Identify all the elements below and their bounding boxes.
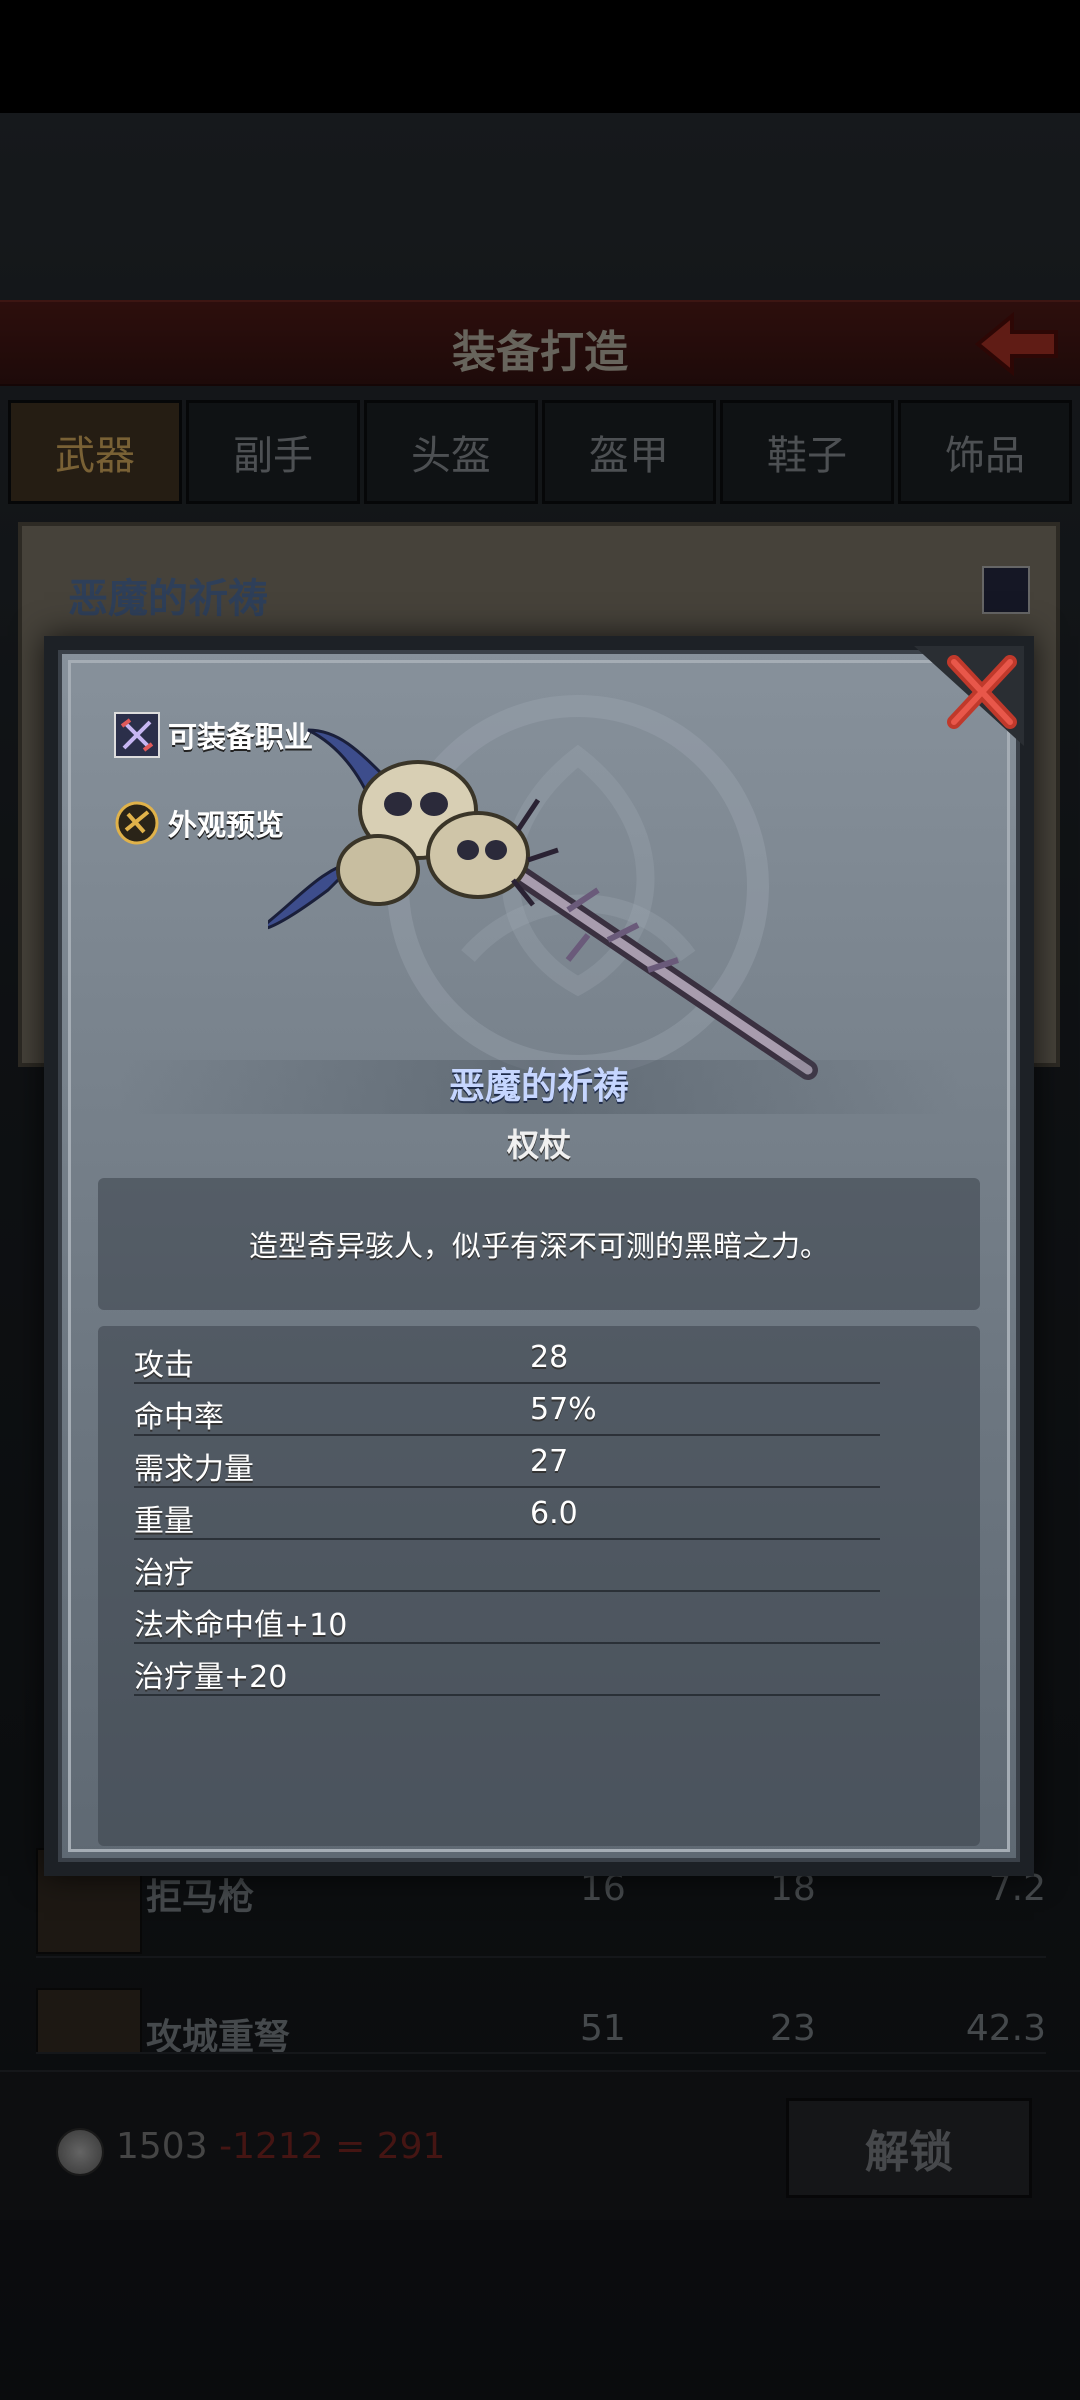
stat-row: 法术命中值+10 [134, 1592, 880, 1644]
stat-value: 51 [580, 2008, 626, 2049]
item-type: 权杖 [506, 1126, 571, 1164]
stat-value: 23 [770, 2008, 816, 2049]
preview-label: 外观预览 [168, 808, 285, 842]
weapon-thumbnail [36, 1988, 142, 2052]
description-box: 造型奇异骇人，似乎有深不可测的黑暗之力。 [98, 1178, 980, 1310]
class-icon [114, 712, 160, 758]
stat-label: 攻击 [134, 1348, 194, 1383]
list-item[interactable]: 攻城重弩 51 23 42.3 [36, 1988, 1046, 2054]
stat-label: 法术命中值+10 [134, 1608, 348, 1643]
stat-row: 攻击 28 [134, 1332, 880, 1384]
close-icon[interactable] [914, 646, 1024, 746]
stat-value: 57% [530, 1392, 597, 1427]
cost-expression: -1212 = 291 [219, 2126, 446, 2167]
page-title: 装备打造 [452, 327, 628, 378]
item-name: 攻城重弩 [146, 2017, 291, 2054]
stat-value: 28 [530, 1340, 569, 1375]
coin-icon [56, 2128, 104, 2176]
appearance-preview-button[interactable]: 外观预览 [114, 796, 284, 850]
stat-label: 重量 [134, 1504, 194, 1539]
item-description: 造型奇异骇人，似乎有深不可测的黑暗之力。 [248, 1229, 829, 1263]
item-name: 恶魔的祈祷 [118, 1060, 960, 1114]
stat-label: 命中率 [134, 1400, 224, 1435]
back-arrow-icon[interactable] [972, 310, 1062, 378]
stat-label: 治疗 [134, 1556, 194, 1591]
stat-row: 重量 6.0 [134, 1488, 880, 1540]
stat-row: 治疗量+20 [134, 1644, 880, 1696]
tab-boots[interactable]: 鞋子 [720, 400, 894, 504]
stat-label: 治疗量+20 [134, 1660, 288, 1695]
stat-value: 27 [530, 1444, 569, 1479]
category-tabs: 武器 副手 头盔 盔甲 鞋子 饰品 [8, 400, 1072, 504]
tab-accessory[interactable]: 饰品 [898, 400, 1072, 504]
stat-row: 治疗 [134, 1540, 880, 1592]
stat-row: 需求力量 27 [134, 1436, 880, 1488]
card-title: 恶魔的祈祷 [68, 576, 268, 622]
stat-row: 命中率 57% [134, 1384, 880, 1436]
stat-label: 需求力量 [134, 1452, 254, 1487]
tab-helmet[interactable]: 头盔 [364, 400, 538, 504]
tab-weapon[interactable]: 武器 [8, 400, 182, 504]
unlock-button[interactable]: 解锁 [786, 2098, 1032, 2198]
header-bar: 装备打造 [0, 300, 1080, 386]
tab-armor[interactable]: 盔甲 [542, 400, 716, 504]
tab-offhand[interactable]: 副手 [186, 400, 360, 504]
stat-value: 6.0 [530, 1496, 578, 1531]
currency-display: 1503 -1212 = 291 [116, 2126, 445, 2167]
class-icon [982, 566, 1030, 614]
stat-value: 42.3 [965, 2008, 1046, 2049]
item-detail-modal: 可装备职业 外观预览 恶魔的祈祷 权杖 造型奇异骇人，似乎有深不可测的黑暗之力。… [44, 636, 1034, 1876]
footer-bar: 1503 -1212 = 291 解锁 [0, 2070, 1080, 2220]
scepter-illustration [268, 728, 818, 1080]
stats-table: 攻击 28 命中率 57% 需求力量 27 重量 6.0 治疗 法术命中值+10… [98, 1326, 980, 1846]
balance: 1503 [116, 2126, 208, 2167]
preview-icon [115, 801, 159, 845]
